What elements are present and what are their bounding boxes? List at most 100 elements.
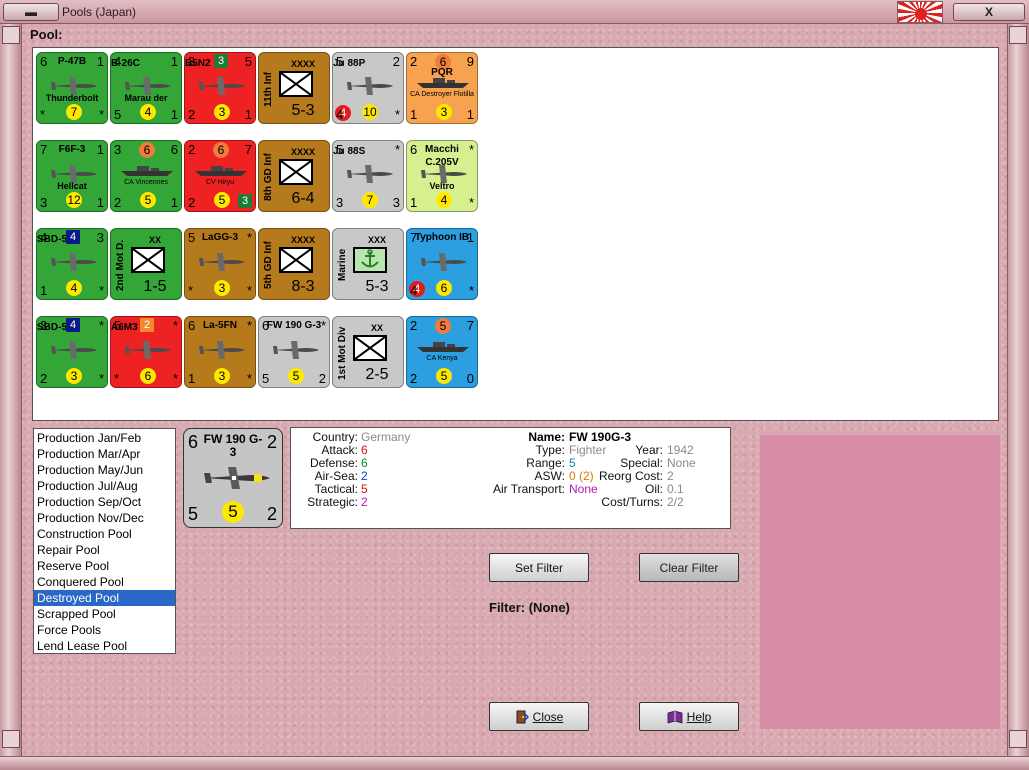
unit-name-label: 2nd Mot D. xyxy=(115,239,126,291)
unit-counter-ju88s[interactable]: 5 * 7 Ju 88S 3 3 xyxy=(332,140,404,212)
unit-echelon-label: XXXX xyxy=(290,235,315,245)
unit-counter-a6m3[interactable]: 5 * 2 6 A6M3 * * xyxy=(110,316,182,388)
pool-list-item[interactable]: Construction Pool xyxy=(34,526,175,542)
counter-bottom-right-value: * xyxy=(98,107,104,122)
counter-movement-disc: 6 xyxy=(140,368,156,384)
clear-filter-button[interactable]: Clear Filter xyxy=(639,553,739,582)
counter-movement-disc: 5 xyxy=(214,192,230,208)
ship-name-label: CA Destroyer Flotilla xyxy=(410,91,474,98)
unit-counter-pqr[interactable]: 2 9 6 PQR CA Destroyer Flotilla 3 1 1 xyxy=(406,52,478,124)
unit-counter-typhoon[interactable]: 7 Typhoon IB 1 4 6 4 * xyxy=(406,228,478,300)
unit-counter-b5n2[interactable]: 3 5 3 3 B5N2 2 1 xyxy=(184,52,256,124)
unit-counter-lagg3[interactable]: 5 LaGG-3 * 3 * * xyxy=(184,228,256,300)
unit-echelon-label: XXX xyxy=(367,235,386,245)
unit-counter-b26c[interactable]: 4 1 Marau der 4 B-26C 5 1 xyxy=(110,52,182,124)
counter-movement-disc: 6 xyxy=(436,280,452,296)
unit-counter-macchi[interactable]: 6 Macchi C.205V * Veltro 4 1 * xyxy=(406,140,478,212)
unit-counter-la5fn[interactable]: 6 La-5FN * 3 1 * xyxy=(184,316,256,388)
pool-list-item[interactable]: Conquered Pool xyxy=(34,574,175,590)
frame-bottom xyxy=(0,756,1029,770)
pool-area[interactable]: 6 P-47B 1 Thunderbolt 7 * * 4 1 Marau der 4 B-26C 5 1… xyxy=(32,47,999,421)
unit-counter-fw190g3[interactable]: 6 FW 190 G-3 * 5 5 2 xyxy=(258,316,330,388)
close-icon: X xyxy=(984,5,993,19)
counter-square-badge: 2 xyxy=(140,318,154,332)
counter-bottom-left-value: 1 xyxy=(40,283,48,298)
pool-list-item[interactable]: Production Mar/Apr xyxy=(34,446,175,462)
counter-attack: 6 xyxy=(188,432,199,452)
counter-top-left-value: 4 xyxy=(40,230,48,245)
unit-counter-5th-gd-inf[interactable]: 5th GD Inf XXXX 8-3 xyxy=(258,228,330,300)
resize-handle[interactable] xyxy=(2,730,20,748)
counter-movement-disc: 12 xyxy=(66,192,82,208)
counter-unit-name: FW 190 G-3 xyxy=(266,320,322,331)
counter-cost: 2 xyxy=(266,504,277,524)
pool-list-item[interactable]: Repair Pool xyxy=(34,542,175,558)
close-button[interactable]: Close xyxy=(489,702,589,731)
unit-counter-ca-vincennes[interactable]: 3 6 6 CA Vincennes 5 2 1 xyxy=(110,140,182,212)
unit-counter-sbd5-a[interactable]: 4 3 4 4 SBD-5 1 * xyxy=(36,228,108,300)
aircraft-icon xyxy=(345,75,395,102)
counter-orange-disc: 6 xyxy=(213,142,229,158)
pool-list-item[interactable]: Production Sep/Oct xyxy=(34,494,175,510)
unit-counter-marine[interactable]: Marine XXX 5-3 xyxy=(332,228,404,300)
aircraft-icon xyxy=(419,251,469,278)
close-label: Close xyxy=(532,709,564,724)
pool-list-item[interactable]: Production Jan/Feb xyxy=(34,430,175,446)
counter-bottom-left-value: 2 xyxy=(114,195,122,210)
counter-top-left-value: 3 xyxy=(40,318,48,333)
unit-counter-ju88p[interactable]: 5 2 4 10 Ju 88P 4 * xyxy=(332,52,404,124)
pool-list-item[interactable]: Lend Lease Pool xyxy=(34,638,175,654)
pool-list-item[interactable]: Production Nov/Dec xyxy=(34,510,175,526)
pool-list[interactable]: Production Jan/Feb Production Mar/Apr Prod… xyxy=(33,428,176,654)
window-close-button[interactable]: X xyxy=(953,3,1025,21)
counter-top-right-value: 1 xyxy=(466,230,474,245)
unit-counter-cv-hiryu[interactable]: 2 7 6 CV Hiryu 5 3 2 xyxy=(184,140,256,212)
counter-bottom-left-value: 1 xyxy=(410,107,418,122)
resize-handle[interactable] xyxy=(1009,730,1027,748)
cost-turns-label: Cost/Turns: xyxy=(601,495,663,509)
unit-counter-1st-mot-div[interactable]: 1st Mot Div XX 2-5 xyxy=(332,316,404,388)
minimize-button[interactable]: ▬ xyxy=(3,3,59,21)
counter-bottom-left-value: 4 xyxy=(410,283,418,298)
counter-top-right-value: 5 xyxy=(244,54,252,69)
unit-counter-11th-inf[interactable]: 11th Inf XXXX 5-3 xyxy=(258,52,330,124)
pool-list-item[interactable]: Reserve Pool xyxy=(34,558,175,574)
tactical-label: Tactical: xyxy=(314,482,358,496)
counter-bottom-right-value: * xyxy=(468,195,474,210)
pool-list-item[interactable]: Production May/Jun xyxy=(34,462,175,478)
pool-list-item[interactable]: Force Pools xyxy=(34,622,175,638)
counter-bottom-left-value: * xyxy=(114,371,120,386)
unit-counter-sbd5-b[interactable]: 3 * 4 3 SBD-5 2 * xyxy=(36,316,108,388)
counter-top-left-value: 5 xyxy=(336,142,344,157)
pool-list-item[interactable]: Scrapped Pool xyxy=(34,606,175,622)
pool-list-item[interactable]: Destroyed Pool xyxy=(34,590,175,606)
set-filter-button[interactable]: Set Filter xyxy=(489,553,589,582)
special-value: None xyxy=(667,456,696,470)
counter-bottom-left-value: 3 xyxy=(40,195,48,210)
unit-strength-label: 5-3 xyxy=(365,278,389,295)
counter-unit-name: FW 190 G-3 xyxy=(203,432,263,459)
unit-counter-2nd-mot-d[interactable]: 2nd Mot D. XX 1-5 xyxy=(110,228,182,300)
special-label: Special: xyxy=(620,456,663,470)
unit-counter-p47b[interactable]: 6 P-47B 1 Thunderbolt 7 * * xyxy=(36,52,108,124)
help-button[interactable]: Help xyxy=(639,702,739,731)
unit-name-label: 11th Inf xyxy=(263,71,274,107)
counter-bottom-right-value: 1 xyxy=(96,195,104,210)
aircraft-icon xyxy=(271,339,321,366)
pool-list-item[interactable]: Production Jul/Aug xyxy=(34,478,175,494)
counter-movement-disc: 3 xyxy=(66,368,82,384)
unit-strength-label: 8-3 xyxy=(291,278,315,295)
unit-counter-ca-kenya[interactable]: 2 7 5 CA Kenya 5 2 0 xyxy=(406,316,478,388)
type-value: Fighter xyxy=(569,443,607,457)
unit-counter-f6f3[interactable]: 7 F6F-3 1 Hellcat 12 3 1 xyxy=(36,140,108,212)
counter-movement-disc: 3 xyxy=(214,104,230,120)
defense-label: Defense: xyxy=(309,456,358,470)
counter-bottom-left-value: 2 xyxy=(188,107,196,122)
counter-top-right-value: 1 xyxy=(96,54,104,69)
unit-counter-8th-gd-inf[interactable]: 8th GD Inf XXXX 6-4 xyxy=(258,140,330,212)
window-title: Pools (Japan) xyxy=(62,5,137,19)
counter-top-left-value: 5 xyxy=(336,54,344,69)
counter-movement-disc: 10 xyxy=(362,104,378,120)
range-label: Range: xyxy=(526,456,565,470)
counter-bottom-right-value: 1 xyxy=(466,107,474,122)
